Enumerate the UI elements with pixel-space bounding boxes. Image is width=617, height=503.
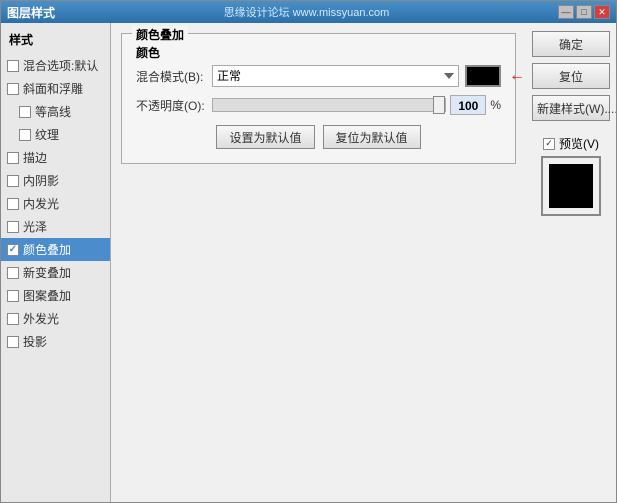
sidebar-label-color-overlay: 颜色叠加 bbox=[23, 241, 71, 258]
color-sub-label: 颜色 bbox=[136, 44, 501, 61]
new-style-button[interactable]: 新建样式(W).... bbox=[532, 95, 610, 121]
sidebar-item-contour[interactable]: 等高线 bbox=[1, 100, 110, 123]
sidebar-item-drop-shadow[interactable]: 投影 bbox=[1, 330, 110, 353]
sidebar-item-bevel-emboss[interactable]: 斜面和浮雕 bbox=[1, 77, 110, 100]
sidebar-item-texture[interactable]: 纹理 bbox=[1, 123, 110, 146]
opacity-label: 不透明度(O): bbox=[136, 97, 206, 114]
color-overlay-group: 颜色叠加 颜色 混合模式(B): 正常 溶解 正片叠底 滤色 叠加 ← bbox=[121, 33, 516, 164]
sidebar: 样式 混合选项:默认 斜面和浮雕 等高线 纹理 描边 bbox=[1, 23, 111, 502]
reset-button[interactable]: 复位 bbox=[532, 63, 610, 89]
checkbox-stroke[interactable] bbox=[7, 152, 19, 164]
sidebar-label-outer-glow: 外发光 bbox=[23, 310, 59, 327]
checkbox-outer-glow[interactable] bbox=[7, 313, 19, 325]
window-title: 图层样式 bbox=[7, 4, 55, 21]
sidebar-label-drop-shadow: 投影 bbox=[23, 333, 47, 350]
blend-mode-select[interactable]: 正常 溶解 正片叠底 滤色 叠加 bbox=[212, 65, 459, 87]
preview-inner bbox=[549, 164, 593, 208]
sidebar-label-pattern-overlay: 图案叠加 bbox=[23, 287, 71, 304]
checkbox-contour[interactable] bbox=[19, 106, 31, 118]
slider-container: 100 % bbox=[212, 95, 501, 115]
opacity-row: 不透明度(O): 100 % bbox=[136, 95, 501, 115]
sidebar-item-inner-shadow[interactable]: 内阴影 bbox=[1, 169, 110, 192]
main-panel: 颜色叠加 颜色 混合模式(B): 正常 溶解 正片叠底 滤色 叠加 ← bbox=[111, 23, 526, 502]
sidebar-label-bevel-emboss: 斜面和浮雕 bbox=[23, 80, 83, 97]
red-arrow-icon: ← bbox=[509, 67, 525, 85]
reset-default-button[interactable]: 复位为默认值 bbox=[323, 125, 421, 149]
sidebar-label-inner-glow: 内发光 bbox=[23, 195, 59, 212]
sidebar-title: 样式 bbox=[1, 27, 110, 54]
sidebar-item-inner-glow[interactable]: 内发光 bbox=[1, 192, 110, 215]
color-swatch-wrapper: ← bbox=[465, 65, 501, 87]
preview-checkbox[interactable]: ✓ bbox=[543, 138, 555, 150]
checkbox-pattern-overlay[interactable] bbox=[7, 290, 19, 302]
sidebar-label-gradient-overlay: 新变叠加 bbox=[23, 264, 71, 281]
title-bar: 图层样式 思缘设计论坛 www.missyuan.com — □ ✕ bbox=[1, 1, 616, 23]
sidebar-label-contour: 等高线 bbox=[35, 103, 71, 120]
percent-label: % bbox=[490, 98, 501, 112]
sidebar-item-outer-glow[interactable]: 外发光 bbox=[1, 307, 110, 330]
checkbox-color-overlay[interactable] bbox=[7, 244, 19, 256]
blend-mode-label: 混合模式(B): bbox=[136, 68, 206, 85]
sidebar-label-satin: 光泽 bbox=[23, 218, 47, 235]
sidebar-item-gradient-overlay[interactable]: 新变叠加 bbox=[1, 261, 110, 284]
preview-section: ✓ 预览(V) bbox=[532, 135, 610, 216]
layer-style-window: 图层样式 思缘设计论坛 www.missyuan.com — □ ✕ 样式 混合… bbox=[0, 0, 617, 503]
sidebar-label-inner-shadow: 内阴影 bbox=[23, 172, 59, 189]
window-subtitle: 思缘设计论坛 www.missyuan.com bbox=[224, 4, 390, 20]
checkbox-inner-shadow[interactable] bbox=[7, 175, 19, 187]
opacity-value: 100 bbox=[450, 95, 486, 115]
checkbox-gradient-overlay[interactable] bbox=[7, 267, 19, 279]
checkbox-blend-default[interactable] bbox=[7, 60, 19, 72]
minimize-button[interactable]: — bbox=[558, 5, 574, 19]
sidebar-item-pattern-overlay[interactable]: 图案叠加 bbox=[1, 284, 110, 307]
sidebar-item-blend-default[interactable]: 混合选项:默认 bbox=[1, 54, 110, 77]
sidebar-item-satin[interactable]: 光泽 bbox=[1, 215, 110, 238]
content-area: 样式 混合选项:默认 斜面和浮雕 等高线 纹理 描边 bbox=[1, 23, 616, 502]
blend-mode-row: 混合模式(B): 正常 溶解 正片叠底 滤色 叠加 ← bbox=[136, 65, 501, 87]
sidebar-label-stroke: 描边 bbox=[23, 149, 47, 166]
checkbox-satin[interactable] bbox=[7, 221, 19, 233]
preview-label-row: ✓ 预览(V) bbox=[543, 135, 599, 152]
checkbox-texture[interactable] bbox=[19, 129, 31, 141]
preview-box bbox=[541, 156, 601, 216]
checkbox-inner-glow[interactable] bbox=[7, 198, 19, 210]
set-default-button[interactable]: 设置为默认值 bbox=[216, 125, 314, 149]
sidebar-item-stroke[interactable]: 描边 bbox=[1, 146, 110, 169]
color-swatch[interactable] bbox=[465, 65, 501, 87]
sidebar-label-blend-default: 混合选项:默认 bbox=[23, 57, 98, 74]
default-buttons-row: 设置为默认值 复位为默认值 bbox=[136, 125, 501, 149]
sidebar-item-color-overlay[interactable]: 颜色叠加 bbox=[1, 238, 110, 261]
sidebar-label-texture: 纹理 bbox=[35, 126, 59, 143]
title-bar-controls: — □ ✕ bbox=[558, 5, 610, 19]
checkbox-drop-shadow[interactable] bbox=[7, 336, 19, 348]
panel-group-title: 颜色叠加 bbox=[132, 26, 188, 43]
checkbox-bevel-emboss[interactable] bbox=[7, 83, 19, 95]
maximize-button[interactable]: □ bbox=[576, 5, 592, 19]
opacity-slider[interactable] bbox=[212, 98, 446, 112]
preview-label: 预览(V) bbox=[559, 135, 599, 152]
right-panel: 确定 复位 新建样式(W).... ✓ 预览(V) bbox=[526, 23, 616, 502]
close-button[interactable]: ✕ bbox=[594, 5, 610, 19]
confirm-button[interactable]: 确定 bbox=[532, 31, 610, 57]
